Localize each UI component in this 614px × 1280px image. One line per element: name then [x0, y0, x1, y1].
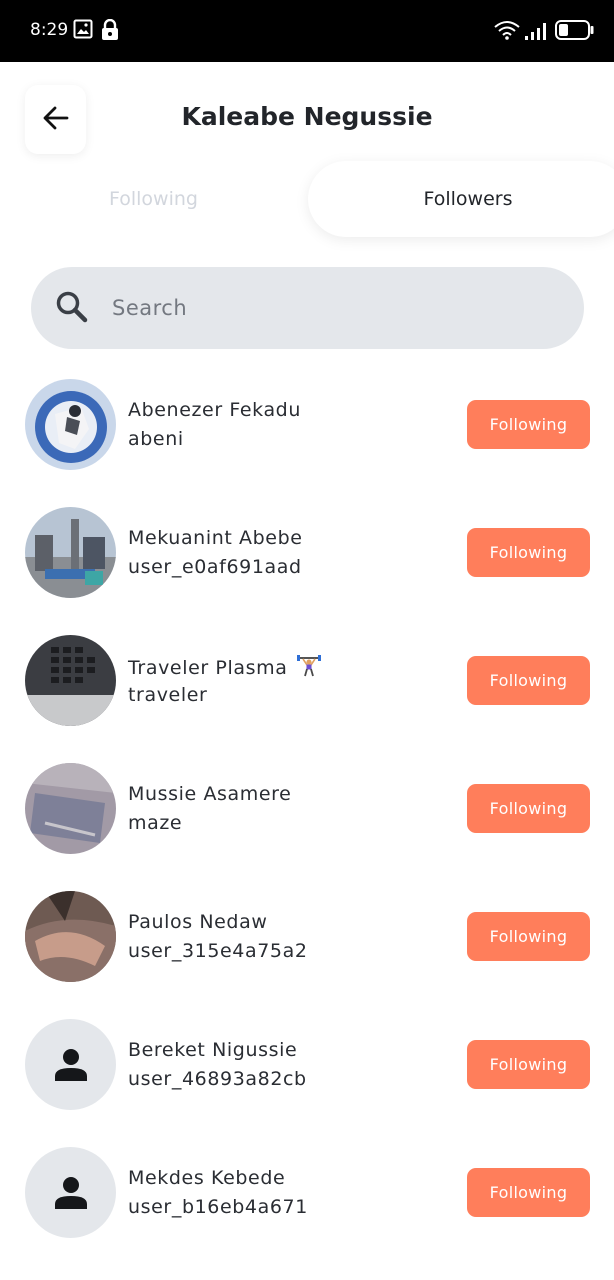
gallery-icon: [73, 19, 93, 43]
wifi-icon: [494, 20, 520, 44]
search-icon: [55, 290, 89, 328]
tab-followers[interactable]: Followers: [308, 161, 614, 237]
list-item[interactable]: Bereket Nigussie user_46893a82cb Followi…: [0, 1019, 614, 1111]
following-button[interactable]: Following: [467, 912, 590, 961]
following-button[interactable]: Following: [467, 1168, 590, 1217]
default-person-icon: [53, 1175, 89, 1211]
user-handle: maze: [128, 812, 183, 834]
avatar[interactable]: [25, 1019, 116, 1110]
avatar[interactable]: [25, 507, 116, 598]
weightlifter-icon: [297, 655, 322, 682]
user-handle: traveler: [128, 684, 208, 706]
user-name: Traveler Plasma: [128, 655, 322, 682]
status-time: 8:29: [30, 20, 69, 40]
status-bar: 8:29: [0, 0, 614, 62]
lock-icon: [101, 18, 119, 45]
tab-following[interactable]: Following: [0, 161, 307, 237]
avatar[interactable]: [25, 379, 116, 470]
user-handle: abeni: [128, 428, 184, 450]
avatar[interactable]: [25, 891, 116, 982]
user-handle: user_315e4a75a2: [128, 940, 308, 962]
user-name: Mussie Asamere: [128, 783, 292, 805]
list-item[interactable]: Mekdes Kebede user_b16eb4a671 Following: [0, 1147, 614, 1239]
list-item[interactable]: Paulos Nedaw user_315e4a75a2 Following: [0, 891, 614, 983]
following-button[interactable]: Following: [467, 656, 590, 705]
following-button[interactable]: Following: [467, 784, 590, 833]
list-item[interactable]: Abenezer Fekadu abeni Following: [0, 379, 614, 471]
default-person-icon: [53, 1047, 89, 1083]
list-item[interactable]: Mekuanint Abebe user_e0af691aad Followin…: [0, 507, 614, 599]
search-input[interactable]: [112, 288, 552, 328]
user-handle: user_e0af691aad: [128, 556, 302, 578]
following-button[interactable]: Following: [467, 1040, 590, 1089]
user-handle: user_b16eb4a671: [128, 1196, 308, 1218]
avatar[interactable]: [25, 1147, 116, 1238]
user-name: Paulos Nedaw: [128, 911, 268, 933]
user-name: Bereket Nigussie: [128, 1039, 298, 1061]
battery-icon: [555, 20, 595, 44]
user-name: Abenezer Fekadu: [128, 399, 301, 421]
list-item[interactable]: Traveler Plasma traveler Following: [0, 635, 614, 727]
page-title: Kaleabe Negussie: [181, 102, 433, 131]
following-button[interactable]: Following: [467, 528, 590, 577]
avatar[interactable]: [25, 635, 116, 726]
user-name: Mekuanint Abebe: [128, 527, 303, 549]
user-name: Mekdes Kebede: [128, 1167, 286, 1189]
user-handle: user_46893a82cb: [128, 1068, 307, 1090]
list-item[interactable]: Mussie Asamere maze Following: [0, 763, 614, 855]
signal-icon: [525, 22, 549, 44]
following-button[interactable]: Following: [467, 400, 590, 449]
avatar[interactable]: [25, 763, 116, 854]
